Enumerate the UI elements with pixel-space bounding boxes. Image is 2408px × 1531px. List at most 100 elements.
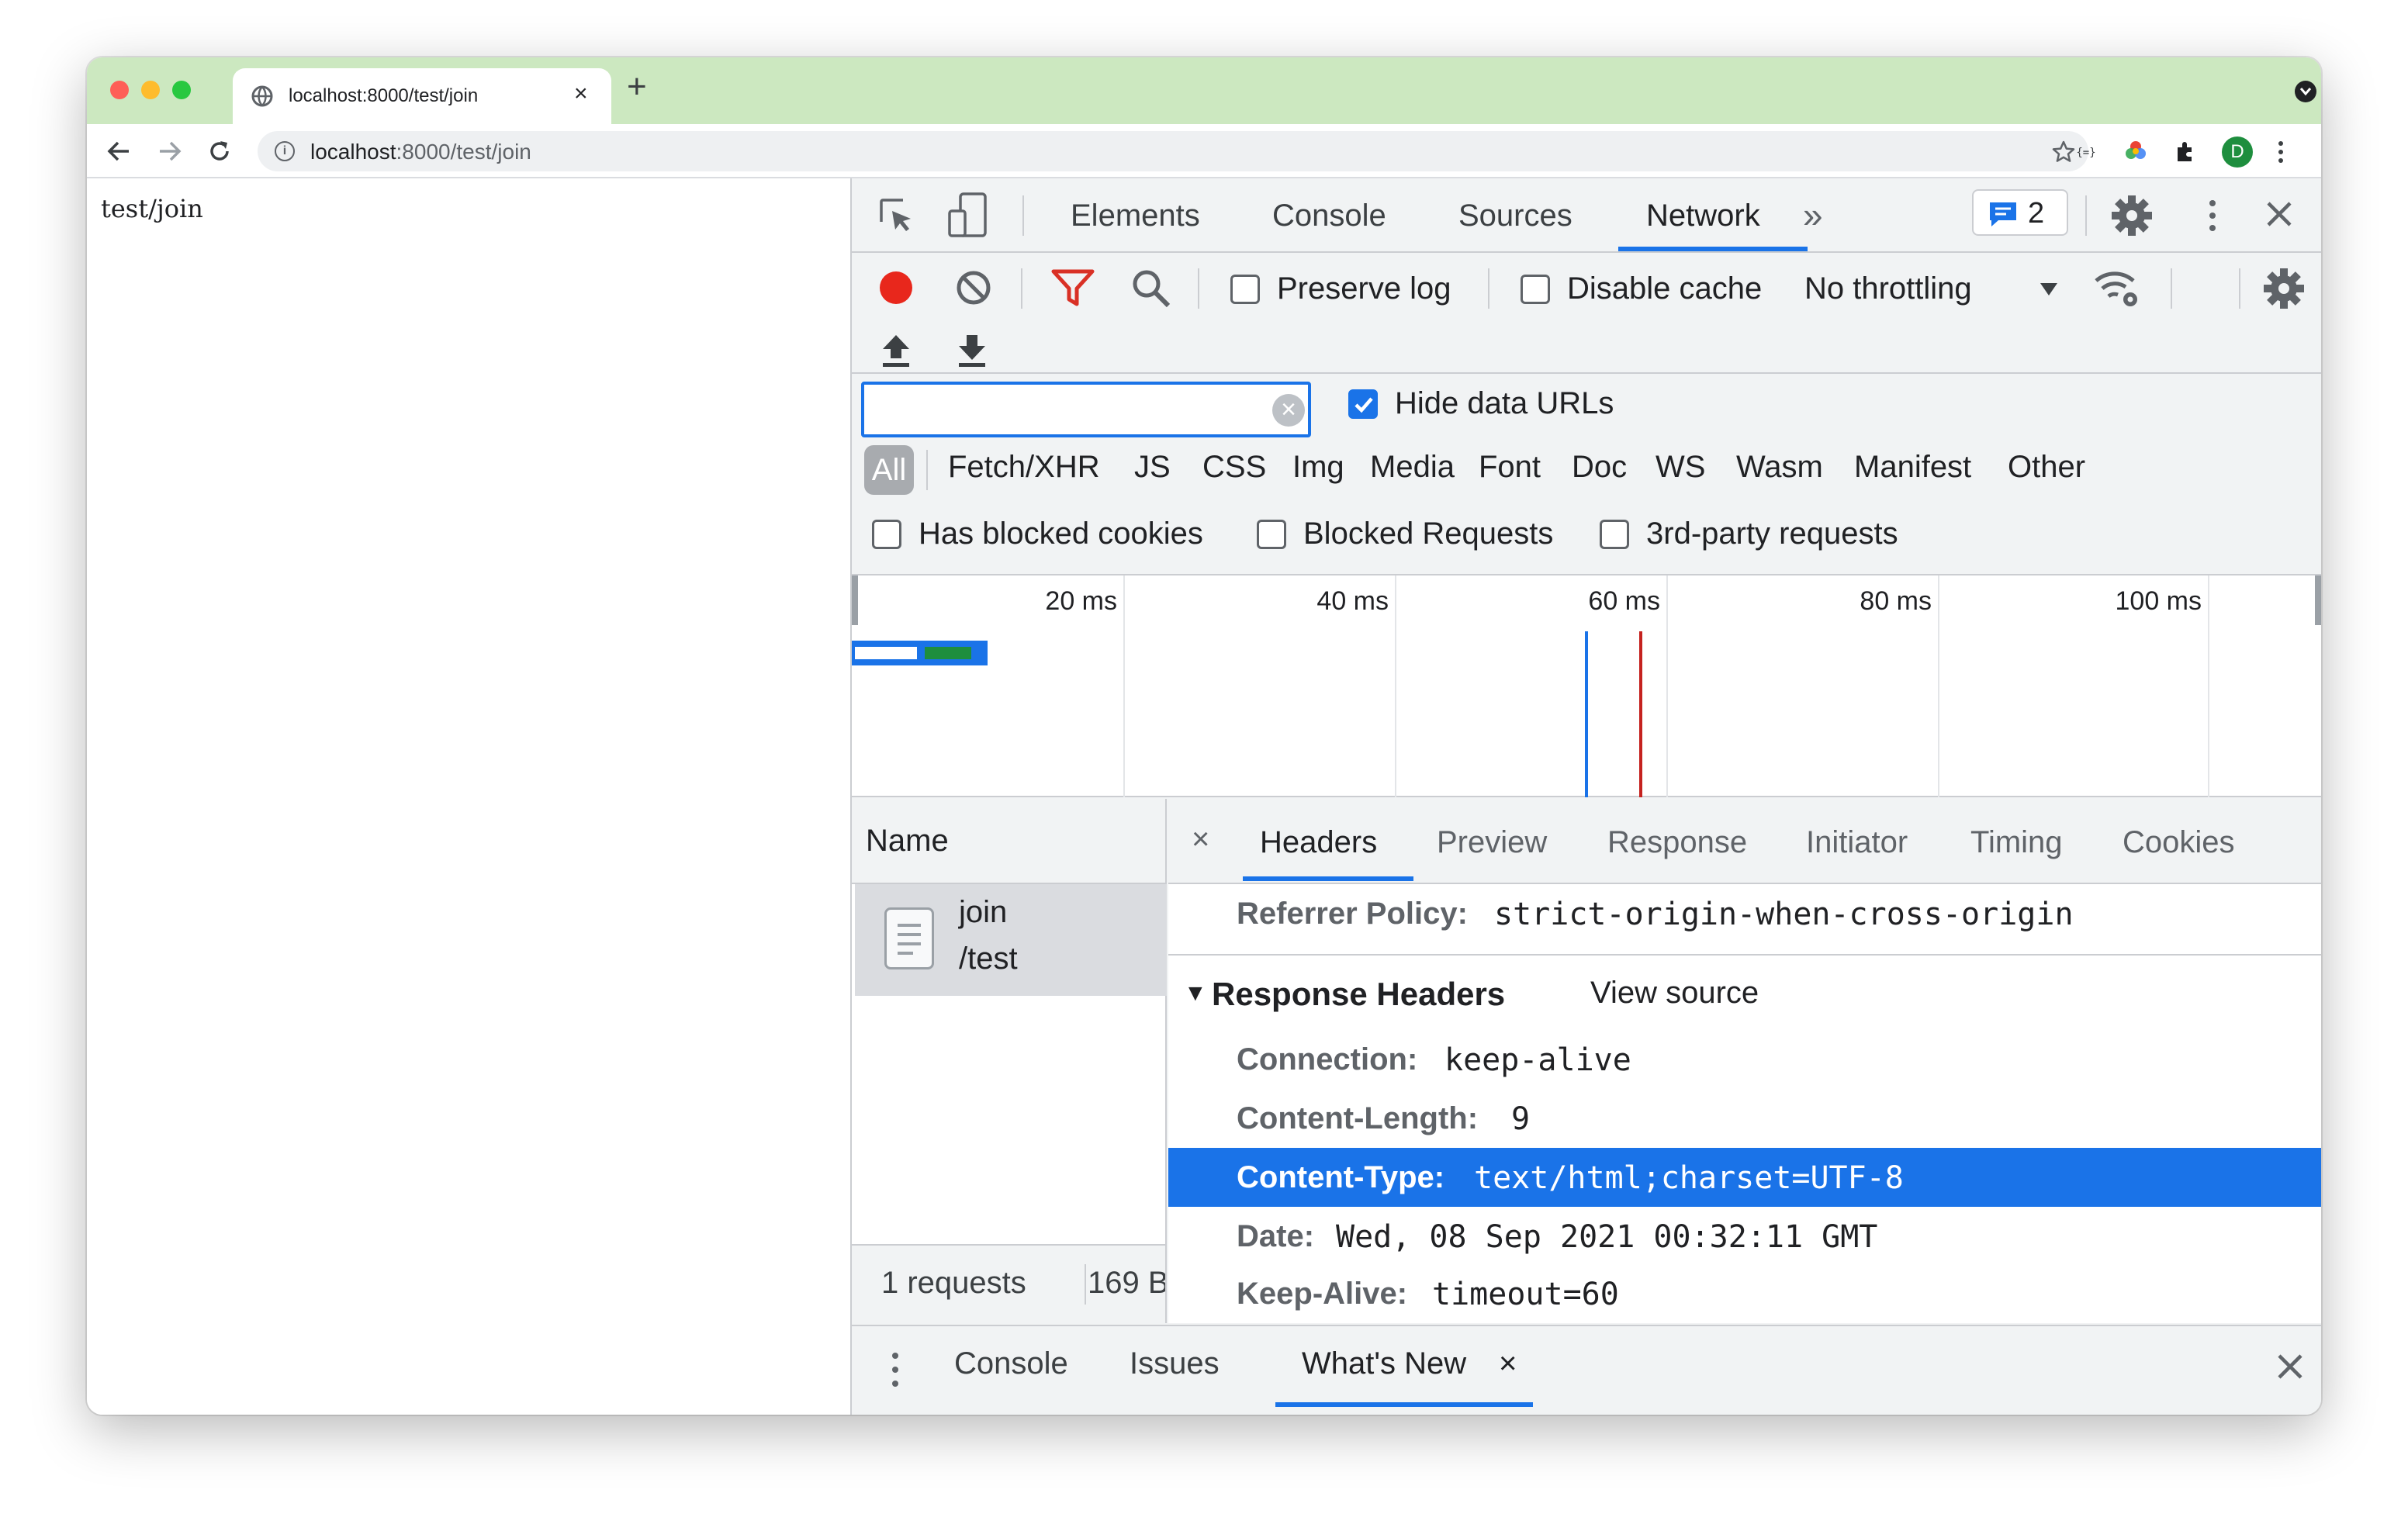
hide-data-urls-label[interactable]: Hide data URLs xyxy=(1395,386,1614,421)
color-picker-extension-icon[interactable] xyxy=(2123,138,2149,164)
type-filter-manifest[interactable]: Manifest xyxy=(1854,450,1971,485)
type-filter-ws[interactable]: WS xyxy=(1656,450,1705,485)
drawer-tab-issues[interactable]: Issues xyxy=(1130,1346,1220,1381)
address-bar[interactable]: i localhost:8000/test/join xyxy=(258,131,2088,171)
drawer-tab-console[interactable]: Console xyxy=(954,1346,1068,1381)
new-tab-button[interactable]: + xyxy=(627,70,647,104)
url-text[interactable]: localhost:8000/test/join xyxy=(310,140,531,164)
network-overview[interactable]: 20 ms 40 ms 60 ms 80 ms 100 ms xyxy=(852,575,2321,797)
tab-initiator[interactable]: Initiator xyxy=(1806,825,1908,860)
more-tabs-button[interactable]: » xyxy=(1803,194,1823,236)
site-info-icon[interactable]: i xyxy=(275,141,295,161)
has-blocked-cookies-checkbox[interactable] xyxy=(872,520,901,549)
close-details-icon[interactable]: × xyxy=(1192,822,1209,857)
forward-icon[interactable] xyxy=(157,138,183,164)
extensions-puzzle-icon[interactable] xyxy=(2172,138,2199,164)
response-header-row[interactable]: Date: Wed, 08 Sep 2021 00:32:11 GMT xyxy=(1168,1207,2321,1266)
type-filter-js[interactable]: JS xyxy=(1134,450,1171,485)
browser-menu-icon[interactable] xyxy=(2273,138,2289,166)
summary-requests: 1 requests xyxy=(881,1266,1026,1300)
tab-headers[interactable]: Headers xyxy=(1260,825,1377,860)
import-har-icon[interactable] xyxy=(878,332,914,371)
tab-preview[interactable]: Preview xyxy=(1437,825,1547,860)
throttling-select[interactable]: No throttling xyxy=(1804,271,1972,306)
export-har-icon[interactable] xyxy=(954,332,990,371)
type-filter-other[interactable]: Other xyxy=(2008,450,2085,485)
response-header-row[interactable]: Keep-Alive: timeout=60 xyxy=(1168,1264,2321,1323)
referrer-policy-row[interactable]: Referrer Policy: strict-origin-when-cros… xyxy=(1168,884,2321,943)
overview-left-handle[interactable] xyxy=(852,575,858,625)
section-title: Response Headers xyxy=(1212,976,1506,1012)
type-filter-doc[interactable]: Doc xyxy=(1572,450,1627,485)
table-row[interactable]: join /test xyxy=(855,884,1167,996)
type-filter-fetch-xhr[interactable]: Fetch/XHR xyxy=(948,450,1100,485)
filter-icon[interactable] xyxy=(1050,267,1095,309)
tab-console[interactable]: Console xyxy=(1272,199,1386,233)
zoom-window-button[interactable] xyxy=(172,81,191,99)
issues-counter-button[interactable]: 2 xyxy=(1972,189,2068,236)
network-settings-gear-icon[interactable] xyxy=(2262,267,2306,310)
preserve-log-checkbox[interactable] xyxy=(1230,275,1260,304)
throttling-dropdown-arrow-icon[interactable] xyxy=(2039,281,2059,298)
customize-menu-icon[interactable] xyxy=(2205,195,2220,236)
type-filter-font[interactable]: Font xyxy=(1479,450,1541,485)
response-headers-section[interactable]: ▼ Response Headers View source xyxy=(1168,954,2321,1028)
tab-cookies[interactable]: Cookies xyxy=(2123,825,2235,860)
grid-line xyxy=(2208,575,2209,797)
type-filter-img[interactable]: Img xyxy=(1292,450,1344,485)
tab-search-button[interactable] xyxy=(2295,81,2316,102)
device-toolbar-icon[interactable] xyxy=(946,191,988,240)
url-host: localhost xyxy=(310,140,396,164)
clear-icon[interactable] xyxy=(951,265,996,310)
record-icon[interactable] xyxy=(874,265,919,310)
filter-input[interactable]: × xyxy=(861,382,1311,437)
clear-filter-icon[interactable]: × xyxy=(1272,394,1305,427)
drawer-tab-whats-new[interactable]: What's New xyxy=(1302,1346,1466,1381)
tab-response[interactable]: Response xyxy=(1607,825,1747,860)
blocked-requests-checkbox[interactable] xyxy=(1257,520,1286,549)
grid-line xyxy=(1123,575,1125,797)
type-filter-css[interactable]: CSS xyxy=(1202,450,1266,485)
header-value: keep-alive xyxy=(1444,1042,1631,1078)
type-filter-wasm[interactable]: Wasm xyxy=(1736,450,1823,485)
tab-sources[interactable]: Sources xyxy=(1458,199,1572,233)
disable-cache-label[interactable]: Disable cache xyxy=(1567,271,1762,306)
network-toolbar: Preserve log Disable cache No throttling xyxy=(852,253,2321,374)
drawer-menu-icon[interactable] xyxy=(889,1350,901,1390)
close-whats-new-icon[interactable]: × xyxy=(1499,1346,1517,1381)
response-header-row-selected[interactable]: Content-Type: text/html;charset=UTF-8 xyxy=(1168,1148,2321,1207)
has-blocked-cookies-label[interactable]: Has blocked cookies xyxy=(919,517,1203,551)
collapse-triangle-icon[interactable]: ▼ xyxy=(1184,980,1207,1007)
settings-gear-icon[interactable] xyxy=(2110,194,2154,237)
tab-timing[interactable]: Timing xyxy=(1970,825,2063,860)
close-window-button[interactable] xyxy=(110,81,129,99)
view-source-link[interactable]: View source xyxy=(1590,976,1759,1011)
type-filter-all[interactable]: All xyxy=(864,445,914,495)
json-extension-icon[interactable]: {=} xyxy=(2073,138,2099,164)
name-column-header[interactable]: Name xyxy=(852,799,1165,884)
tab-network[interactable]: Network xyxy=(1646,199,1760,233)
reload-icon[interactable] xyxy=(206,138,233,164)
blocked-requests-label[interactable]: Blocked Requests xyxy=(1303,517,1553,551)
type-filter-media[interactable]: Media xyxy=(1370,450,1455,485)
browser-tab[interactable]: localhost:8000/test/join × xyxy=(233,68,611,124)
back-icon[interactable] xyxy=(106,138,132,164)
network-conditions-icon[interactable] xyxy=(2091,264,2143,310)
inspect-element-icon[interactable] xyxy=(877,195,917,236)
tab-strip: localhost:8000/test/join × + xyxy=(87,57,2321,124)
profile-avatar[interactable]: D xyxy=(2222,137,2253,168)
close-drawer-icon[interactable] xyxy=(2275,1351,2306,1382)
hide-data-urls-checkbox[interactable] xyxy=(1348,389,1378,419)
preserve-log-label[interactable]: Preserve log xyxy=(1277,271,1451,306)
response-header-row[interactable]: Connection: keep-alive xyxy=(1168,1030,2321,1089)
tab-close-icon[interactable]: × xyxy=(574,81,588,107)
overview-right-handle[interactable] xyxy=(2315,575,2321,625)
third-party-requests-label[interactable]: 3rd-party requests xyxy=(1646,517,1898,551)
disable-cache-checkbox[interactable] xyxy=(1521,275,1550,304)
search-icon[interactable] xyxy=(1128,265,1173,310)
third-party-requests-checkbox[interactable] xyxy=(1600,520,1629,549)
tab-elements[interactable]: Elements xyxy=(1071,199,1200,233)
response-header-row[interactable]: Content-Length: 9 xyxy=(1168,1089,2321,1148)
minimize-window-button[interactable] xyxy=(141,81,160,99)
close-devtools-icon[interactable] xyxy=(2264,199,2295,230)
